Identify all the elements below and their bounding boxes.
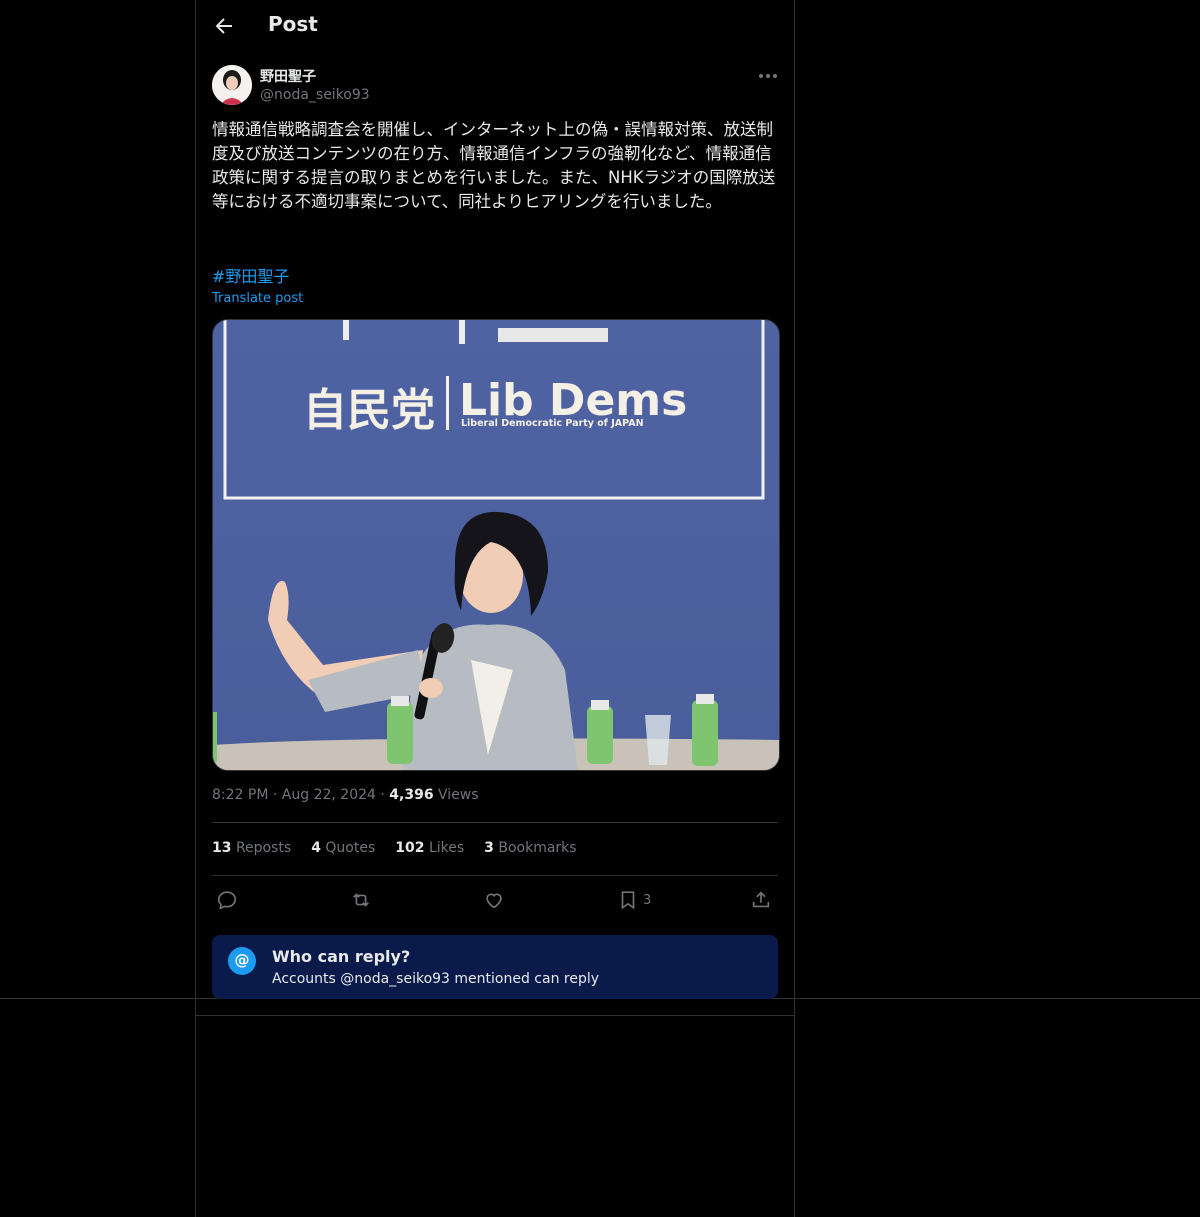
action-bar: 3 — [212, 888, 778, 912]
translate-post-link[interactable]: Translate post — [212, 291, 303, 306]
views-label: Views — [438, 787, 479, 803]
reply-icon — [217, 891, 237, 910]
more-options-icon[interactable] — [756, 66, 780, 86]
divider — [212, 875, 778, 876]
reposts-count: 13 — [212, 840, 232, 856]
page-title: Post — [268, 12, 318, 36]
banner-sub-text: Liberal Democratic Party of JAPAN — [461, 418, 644, 429]
mention-icon: @ — [228, 947, 256, 975]
reply-restriction-subtitle: Accounts @noda_seiko93 mentioned can rep… — [272, 971, 600, 987]
likes-count: 102 — [395, 840, 425, 856]
bookmarks-stat[interactable]: 3 Bookmarks — [484, 840, 576, 856]
bookmarks-count: 3 — [484, 840, 494, 856]
bookmarks-label: Bookmarks — [498, 840, 577, 856]
primary-column: Post 野田聖子 @noda_seiko93 情報通信戦略調査会を開催し、イン… — [195, 0, 795, 1217]
bookmark-count: 3 — [643, 892, 652, 908]
bookmark-button[interactable]: 3 — [617, 888, 651, 912]
post-time[interactable]: 8:22 PM — [212, 787, 268, 803]
reply-restriction-notice: @ Who can reply? Accounts @noda_seiko93 … — [212, 935, 778, 999]
reply-button[interactable] — [216, 888, 238, 912]
engagement-stats: 13 Reposts 4 Quotes 102 Likes 3 Bookmark… — [212, 840, 577, 856]
quotes-count: 4 — [311, 840, 321, 856]
quotes-label: Quotes — [325, 840, 376, 856]
author-name[interactable]: 野田聖子 — [260, 66, 316, 86]
divider — [212, 822, 778, 823]
divider — [196, 1015, 794, 1016]
banner-jp-text: 自民党 — [303, 385, 435, 436]
likes-label: Likes — [428, 840, 465, 856]
post-meta: 8:22 PM · Aug 22, 2024 · 4,396 Views — [212, 787, 479, 803]
views-count: 4,396 — [389, 787, 434, 803]
reposts-label: Reposts — [235, 840, 292, 856]
avatar-image — [212, 65, 252, 105]
hashtag-link[interactable]: #野田聖子 — [212, 263, 289, 287]
author-handle[interactable]: @noda_seiko93 — [260, 87, 370, 103]
media-photo: 自民党 Lib Dems Liberal Democratic Party of… — [213, 320, 779, 770]
share-icon — [752, 891, 770, 908]
post-media-image[interactable]: 自民党 Lib Dems Liberal Democratic Party of… — [212, 319, 780, 771]
reposts-stat[interactable]: 13 Reposts — [212, 840, 291, 856]
share-button[interactable] — [750, 888, 772, 912]
back-arrow-icon[interactable] — [212, 14, 236, 38]
post-header: Post — [196, 0, 794, 53]
repost-icon — [353, 893, 369, 907]
avatar[interactable] — [212, 65, 252, 105]
likes-stat[interactable]: 102 Likes — [395, 840, 464, 856]
repost-button[interactable] — [349, 888, 373, 912]
like-button[interactable] — [483, 888, 505, 912]
post-text: 情報通信戦略調査会を開催し、インターネット上の偽・誤情報対策、放送制度及び放送コ… — [212, 120, 776, 211]
post-date[interactable]: Aug 22, 2024 — [282, 787, 376, 803]
quotes-stat[interactable]: 4 Quotes — [311, 840, 375, 856]
heart-icon — [486, 893, 502, 909]
bookmark-icon — [621, 891, 635, 910]
reply-restriction-title: Who can reply? — [272, 947, 411, 966]
